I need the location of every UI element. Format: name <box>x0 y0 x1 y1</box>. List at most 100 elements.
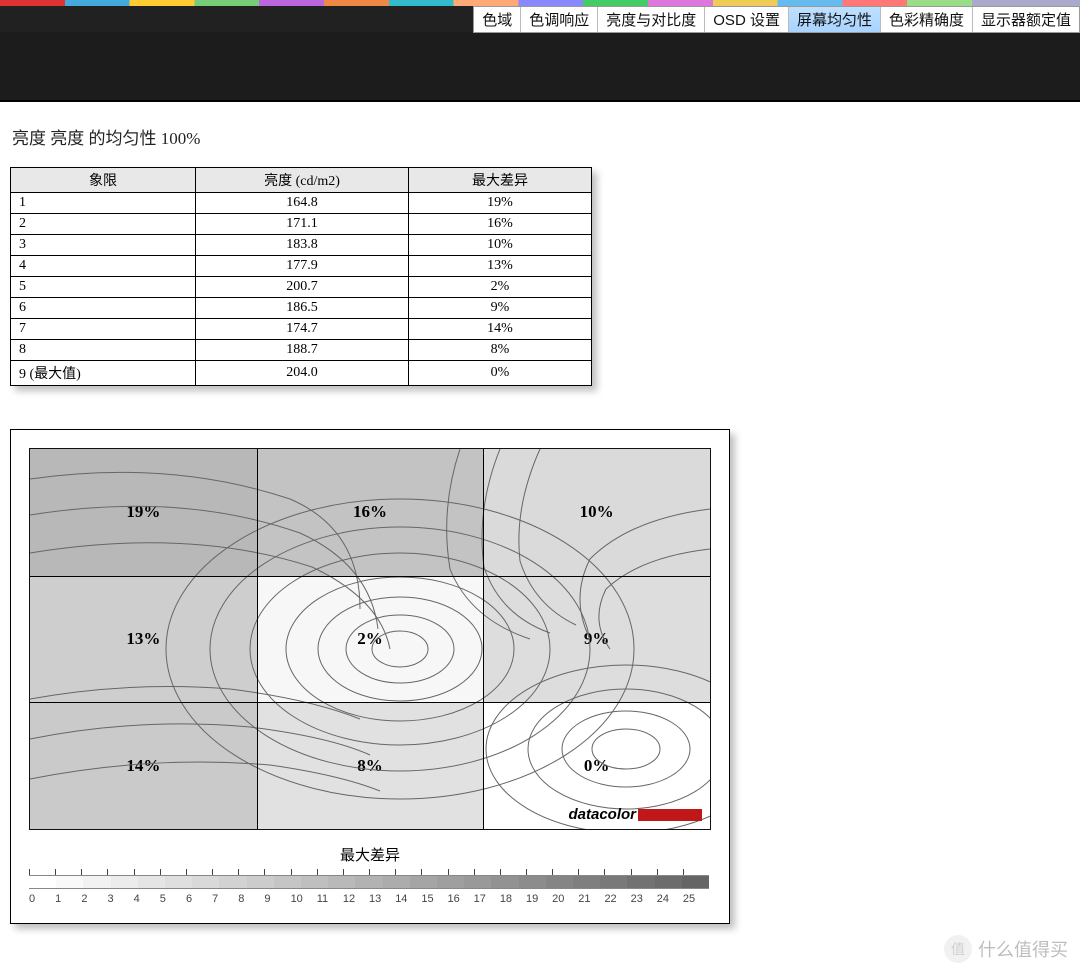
cell-luminance: 171.1 <box>196 214 409 235</box>
cell-quadrant: 2 <box>11 214 196 235</box>
cell-luminance: 204.0 <box>196 361 409 386</box>
uniformity-chart: 0%8%14%9%2%13%10%16%19% <box>10 429 730 924</box>
legend-swatch <box>83 875 110 889</box>
legend-label: 12 <box>343 893 369 905</box>
watermark-badge-icon: 值 <box>944 935 972 963</box>
legend-swatch <box>600 875 627 889</box>
legend-swatch <box>464 875 491 889</box>
table-row: 8188.78% <box>11 340 592 361</box>
legend-scale: 0123456789101112131415161718192021222324… <box>29 869 709 905</box>
uniformity-table: 象限 亮度 (cd/m2) 最大差异 1164.819%2171.116%318… <box>10 167 592 386</box>
cell-quadrant: 7 <box>11 319 196 340</box>
legend-swatch <box>682 875 709 889</box>
legend-swatch <box>491 875 518 889</box>
tab-4[interactable]: 屏幕均匀性 <box>789 7 881 32</box>
watermark-text: 什么值得买 <box>978 936 1068 962</box>
cell-diff: 9% <box>409 298 592 319</box>
legend-swatch <box>383 875 410 889</box>
legend-swatch <box>328 875 355 889</box>
legend-label: 11 <box>317 893 343 905</box>
legend-label: 7 <box>212 893 238 905</box>
cell-diff: 19% <box>409 193 592 214</box>
table-row: 3183.810% <box>11 235 592 256</box>
legend-swatch <box>56 875 83 889</box>
legend-swatch <box>355 875 382 889</box>
legend-label: 13 <box>369 893 395 905</box>
cell-luminance: 186.5 <box>196 298 409 319</box>
legend-title: 最大差异 <box>29 844 711 865</box>
legend-label: 9 <box>264 893 290 905</box>
legend-label: 21 <box>578 893 604 905</box>
legend-label: 25 <box>683 893 709 905</box>
table-row: 9 (最大值)204.00% <box>11 361 592 386</box>
brand-bar-icon <box>638 809 702 821</box>
cell-luminance: 183.8 <box>196 235 409 256</box>
cell-luminance: 200.7 <box>196 277 409 298</box>
legend-label: 5 <box>160 893 186 905</box>
legend-swatch <box>274 875 301 889</box>
brand-text: datacolor <box>568 806 636 823</box>
uniformity-table-wrap: 象限 亮度 (cd/m2) 最大差异 1164.819%2171.116%318… <box>10 167 592 386</box>
table-row: 6186.59% <box>11 298 592 319</box>
table-row: 5200.72% <box>11 277 592 298</box>
legend-swatch <box>192 875 219 889</box>
col-luminance: 亮度 (cd/m2) <box>196 168 409 193</box>
heatmap-grid: 0%8%14%9%2%13%10%16%19% <box>29 448 711 830</box>
legend-label: 22 <box>604 893 630 905</box>
cell-luminance: 188.7 <box>196 340 409 361</box>
legend-label: 10 <box>291 893 317 905</box>
legend-swatch <box>29 875 56 889</box>
legend-label: 20 <box>552 893 578 905</box>
legend-label: 8 <box>238 893 264 905</box>
legend-label: 6 <box>186 893 212 905</box>
brand-logo: datacolor <box>568 806 702 823</box>
legend-swatch <box>301 875 328 889</box>
legend-swatch <box>165 875 192 889</box>
tab-3[interactable]: OSD 设置 <box>705 7 789 32</box>
content-area: 亮度 亮度 的均匀性 100% 象限 亮度 (cd/m2) 最大差异 1164.… <box>0 102 1080 938</box>
cell-quadrant: 8 <box>11 340 196 361</box>
legend-label: 4 <box>134 893 160 905</box>
legend-label: 23 <box>631 893 657 905</box>
watermark: 值 什么值得买 <box>944 935 1068 963</box>
legend-swatch <box>111 875 138 889</box>
col-maxdiff: 最大差异 <box>409 168 592 193</box>
legend-label: 0 <box>29 893 55 905</box>
cell-luminance: 174.7 <box>196 319 409 340</box>
legend-label: 2 <box>81 893 107 905</box>
contour-lines <box>30 449 710 829</box>
tab-5[interactable]: 色彩精确度 <box>881 7 973 32</box>
legend-swatch <box>410 875 437 889</box>
table-row: 2171.116% <box>11 214 592 235</box>
cell-quadrant: 5 <box>11 277 196 298</box>
tab-0[interactable]: 色域 <box>474 7 521 32</box>
cell-diff: 2% <box>409 277 592 298</box>
legend-swatch <box>437 875 464 889</box>
tab-1[interactable]: 色调响应 <box>521 7 598 32</box>
cell-diff: 16% <box>409 214 592 235</box>
tab-bar: 色域色调响应亮度与对比度OSD 设置屏幕均匀性色彩精确度显示器额定值 <box>0 6 1080 32</box>
cell-quadrant: 3 <box>11 235 196 256</box>
cell-diff: 10% <box>409 235 592 256</box>
table-row: 4177.913% <box>11 256 592 277</box>
cell-luminance: 164.8 <box>196 193 409 214</box>
legend-swatch <box>247 875 274 889</box>
legend-label: 15 <box>421 893 447 905</box>
legend-swatch <box>219 875 246 889</box>
legend-label: 1 <box>55 893 81 905</box>
legend-label: 19 <box>526 893 552 905</box>
cell-diff: 14% <box>409 319 592 340</box>
legend-swatch <box>138 875 165 889</box>
cell-quadrant: 1 <box>11 193 196 214</box>
cell-diff: 0% <box>409 361 592 386</box>
legend-swatch <box>573 875 600 889</box>
legend-swatch <box>627 875 654 889</box>
tab-2[interactable]: 亮度与对比度 <box>598 7 705 32</box>
col-quadrant: 象限 <box>11 168 196 193</box>
legend-label: 16 <box>448 893 474 905</box>
cell-quadrant: 6 <box>11 298 196 319</box>
tab-6[interactable]: 显示器额定值 <box>973 7 1079 32</box>
section-title: 亮度 亮度 的均匀性 100% <box>12 124 1070 149</box>
legend-label: 14 <box>395 893 421 905</box>
legend-label: 18 <box>500 893 526 905</box>
